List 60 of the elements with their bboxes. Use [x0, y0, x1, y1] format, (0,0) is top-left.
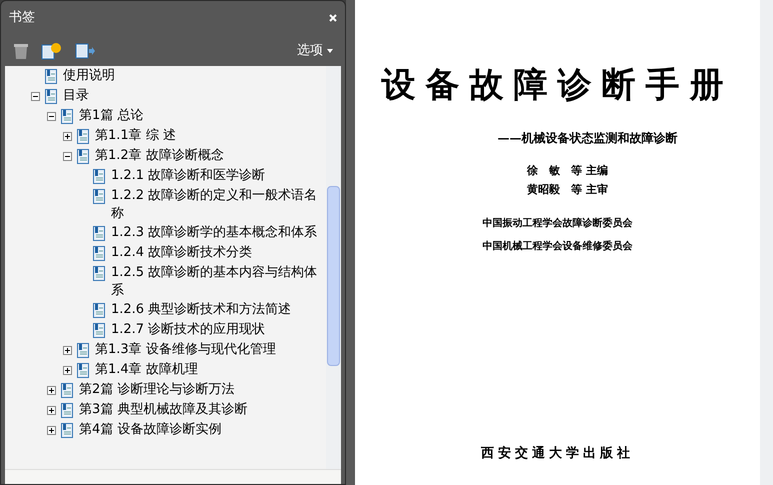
- bookmark-icon: [77, 128, 89, 144]
- editor-credit: 黄昭毅 等 主审: [527, 182, 608, 198]
- collapse-icon[interactable]: [63, 152, 72, 160]
- committee-name: 中国机械工程学会设备维修委员会: [482, 239, 632, 254]
- new-bookmark-icon[interactable]: [41, 42, 63, 60]
- bookmark-icon: [61, 382, 73, 398]
- bookmark-item[interactable]: 1.2.7 诊断技术的应用现状: [111, 320, 270, 339]
- expand-icon[interactable]: [47, 406, 56, 414]
- bookmark-item[interactable]: 1.2.1 故障诊断和医学诊断: [111, 166, 270, 185]
- expand-icon[interactable]: [63, 132, 72, 140]
- committee-name: 中国振动工程学会故障诊断委员会: [482, 216, 632, 231]
- bookmark-icon: [77, 342, 89, 358]
- bookmark-item[interactable]: 第1篇 总论: [79, 106, 148, 125]
- book-title: 设备故障诊断手册: [382, 64, 734, 107]
- caret-icon: [327, 48, 333, 52]
- bookmark-item[interactable]: 1.2.5 故障诊断的基本内容与结构体系: [111, 263, 326, 300]
- bookmark-icon: [93, 226, 105, 240]
- bookmark-item[interactable]: 1.2.2 故障诊断的定义和一般术语名称: [111, 186, 326, 223]
- bookmark-item[interactable]: 第4篇 设备故障诊断实例: [79, 420, 226, 439]
- bookmark-icon: [93, 266, 105, 280]
- trash-icon[interactable]: [13, 42, 29, 60]
- bookmark-icon: [93, 302, 105, 318]
- bookmark-item[interactable]: 第1.3章 设备维修与现代化管理: [95, 340, 280, 359]
- bookmark-icon: [61, 402, 73, 418]
- vertical-scrollbar[interactable]: [326, 66, 341, 469]
- expand-icon[interactable]: [47, 426, 56, 434]
- bookmark-item[interactable]: 1.2.3 故障诊断学的基本概念和体系: [111, 223, 322, 242]
- panel-title: 书签: [9, 9, 35, 28]
- bookmark-icon: [61, 422, 73, 438]
- options-menu[interactable]: 选项: [297, 40, 333, 60]
- bookmark-item[interactable]: 1.2.6 典型诊断技术和方法简述: [111, 300, 296, 319]
- publisher: 西安交通大学出版社: [481, 444, 634, 462]
- editor-credit: 徐 敏 等 主编: [527, 163, 608, 179]
- bookmark-item[interactable]: 第1.4章 故障机理: [95, 360, 202, 379]
- scroll-thumb[interactable]: [327, 186, 340, 366]
- bookmark-item[interactable]: 1.2.4 故障诊断技术分类: [111, 243, 256, 262]
- bookmark-item[interactable]: 目录: [63, 86, 93, 105]
- expand-icon[interactable]: [63, 366, 72, 374]
- bookmark-icon: [77, 148, 89, 164]
- collapse-icon[interactable]: [31, 92, 40, 100]
- bookmark-icon: [93, 246, 105, 260]
- bookmark-icon: [61, 108, 73, 124]
- bookmark-icon: [45, 68, 57, 84]
- bookmark-item[interactable]: 第1.2章 故障诊断概念: [95, 146, 228, 165]
- close-icon[interactable]: [329, 14, 337, 22]
- bookmark-icon: [93, 168, 105, 184]
- expand-icon[interactable]: [47, 386, 56, 394]
- bookmark-icon: [93, 188, 105, 204]
- collapse-icon[interactable]: [47, 112, 56, 120]
- bookmark-icon: [77, 362, 89, 378]
- bookmark-icon: [93, 322, 105, 338]
- bookmark-arrow-icon[interactable]: [75, 42, 95, 60]
- expand-icon[interactable]: [63, 346, 72, 354]
- bookmark-item[interactable]: 第1.1章 综 述: [95, 126, 180, 145]
- bookmark-item[interactable]: 使用说明: [63, 66, 119, 85]
- horizontal-scrollbar[interactable]: [5, 469, 341, 484]
- book-subtitle: ——机械设备状态监测和故障诊断: [498, 130, 678, 147]
- bookmark-item[interactable]: 第2篇 诊断理论与诊断万法: [79, 380, 238, 399]
- bookmark-icon: [45, 88, 57, 104]
- bookmark-item[interactable]: 第3篇 典型机械故障及其诊断: [79, 400, 252, 419]
